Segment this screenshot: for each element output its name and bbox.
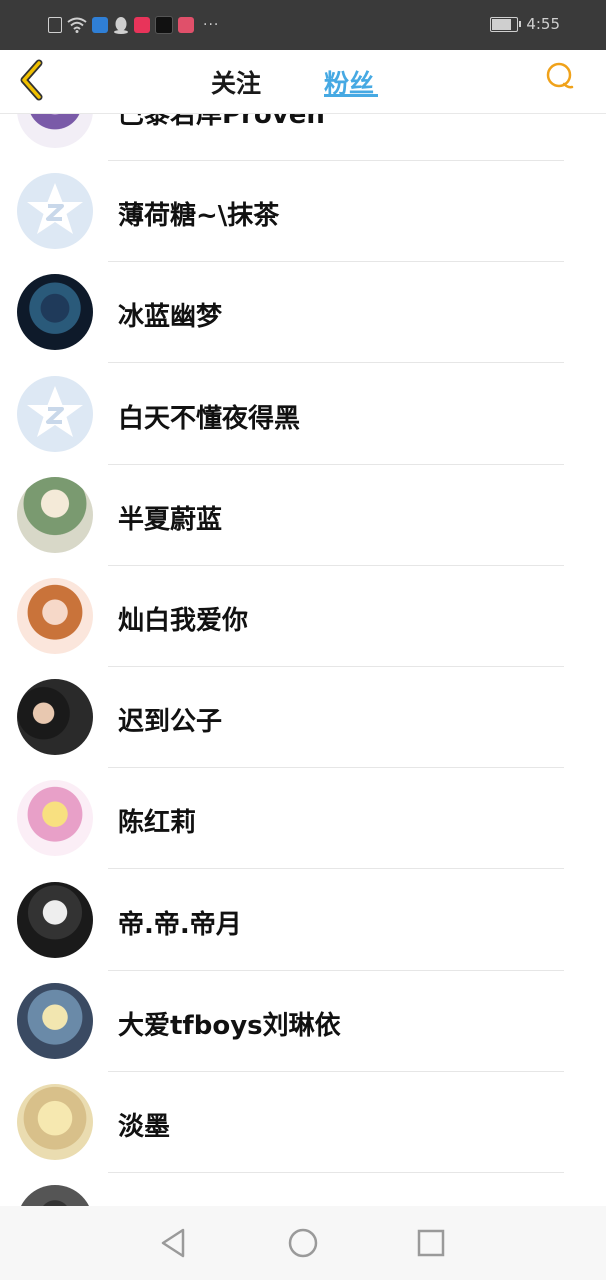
- fan-list-item[interactable]: [0, 1173, 606, 1206]
- fan-list-item[interactable]: 半夏蔚蓝: [0, 465, 606, 566]
- back-chevron-icon[interactable]: [14, 58, 50, 102]
- fan-list-item[interactable]: 大爱tfboys刘琳依: [0, 971, 606, 1072]
- status-bar: ··· 4:55: [0, 0, 606, 50]
- anime-avatar[interactable]: [17, 780, 93, 857]
- active-tab-indicator: [324, 94, 378, 97]
- photo-avatar[interactable]: [17, 1185, 93, 1206]
- fan-name: 帝.帝.帝月: [118, 909, 242, 940]
- calendar-app-icon: [178, 17, 194, 33]
- alert-icon: [48, 17, 62, 33]
- default-avatar-star-icon: [27, 183, 83, 235]
- photo-avatar[interactable]: [17, 881, 93, 958]
- fan-list-item[interactable]: 白天不懂夜得黑: [0, 364, 606, 465]
- recents-square-icon[interactable]: [414, 1226, 448, 1260]
- battery-icon: [490, 16, 522, 32]
- search-icon[interactable]: [542, 60, 576, 94]
- clock: 4:55: [526, 15, 560, 33]
- tab-following[interactable]: 关注: [211, 64, 261, 100]
- tiktok-icon: [155, 16, 173, 34]
- anime-avatar[interactable]: [17, 1084, 93, 1160]
- fan-name: 迟到公子: [118, 707, 223, 738]
- battery-level: [492, 18, 512, 30]
- system-nav-bar: [0, 1206, 606, 1280]
- default-avatar-star-icon: [27, 385, 83, 437]
- fan-name: 薄荷糖~\抹茶: [118, 201, 280, 232]
- overflow-indicator: ···: [203, 17, 220, 33]
- fan-list-item[interactable]: 灿白我爱你: [0, 566, 606, 667]
- fan-list-item[interactable]: 帝.帝.帝月: [0, 870, 606, 971]
- music-app-icon: [134, 17, 150, 33]
- fan-list-item[interactable]: 薄荷糖~\抹茶: [0, 161, 606, 263]
- anime-avatar[interactable]: [17, 982, 93, 1059]
- photo-avatar[interactable]: [17, 679, 93, 756]
- default-avatar[interactable]: [17, 375, 93, 452]
- back-triangle-icon[interactable]: [156, 1226, 190, 1260]
- fan-name: 淡墨: [118, 1112, 171, 1142]
- fan-list-item[interactable]: 淡墨: [0, 1072, 606, 1173]
- fan-name: 巴黎若岸Proven: [118, 114, 325, 130]
- top-bar: 关注 粉丝: [0, 50, 606, 114]
- fan-name: 大爱tfboys刘琳依: [118, 1010, 341, 1041]
- fan-list-item[interactable]: 陈红莉: [0, 768, 606, 870]
- anime-avatar[interactable]: [17, 114, 93, 148]
- fan-list-item[interactable]: 冰蓝幽梦: [0, 262, 606, 364]
- fan-name: 半夏蔚蓝: [118, 504, 223, 535]
- qq-icon: [114, 17, 128, 34]
- fan-name: 陈红莉: [118, 808, 197, 839]
- fan-list-item[interactable]: 巴黎若岸Proven: [0, 114, 606, 161]
- fan-list-item[interactable]: 迟到公子: [0, 667, 606, 769]
- fan-name: 白天不懂夜得黑: [118, 403, 301, 434]
- wifi-icon: [67, 17, 87, 33]
- anime-avatar[interactable]: [17, 578, 93, 654]
- fan-name: 冰蓝幽梦: [118, 302, 223, 333]
- default-avatar[interactable]: [17, 173, 93, 250]
- anime-avatar[interactable]: [17, 274, 93, 351]
- fans-list: 巴黎若岸Proven 薄荷糖~\抹茶 冰蓝幽梦白天不懂夜得黑 半夏蔚蓝灿白我爱你迟到公…: [0, 114, 606, 1206]
- home-circle-icon[interactable]: [286, 1226, 320, 1260]
- notification-icons: ···: [48, 14, 219, 36]
- fan-name: 灿白我爱你: [118, 606, 249, 636]
- shield-app-icon: [92, 17, 108, 33]
- photo-avatar[interactable]: [17, 476, 93, 553]
